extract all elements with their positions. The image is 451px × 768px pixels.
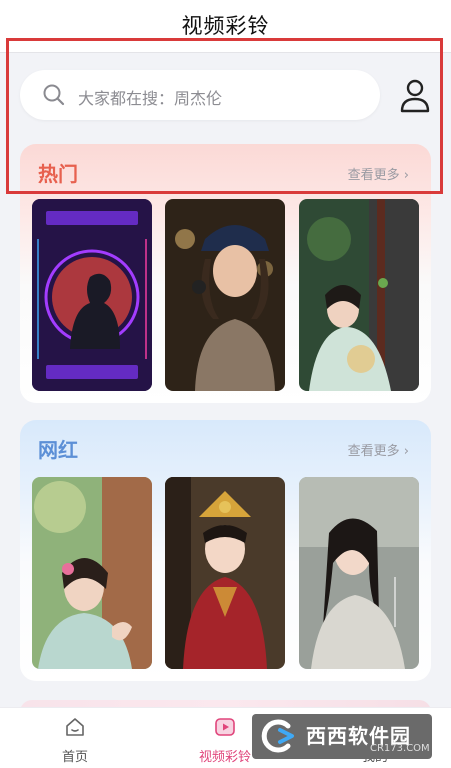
- site-watermark: 西西软件园 CR173.COM: [252, 714, 432, 759]
- watermark-url: CR173.COM: [370, 743, 430, 754]
- hot-video-thumbnail-1[interactable]: [32, 199, 152, 391]
- wanghong-video-thumbnail-2[interactable]: [165, 477, 285, 669]
- user-profile-icon[interactable]: [398, 78, 432, 114]
- search-placeholder: 大家都在搜：周杰伦: [78, 89, 223, 108]
- video-ringtone-icon: [215, 718, 235, 736]
- hot-more-label: 查看更多: [347, 168, 400, 183]
- chevron-right-icon: ›: [403, 444, 409, 459]
- hot-more-link[interactable]: 查看更多 ›: [348, 164, 409, 183]
- wanghong-more-label: 查看更多: [347, 444, 400, 459]
- wanghong-video-thumbnail-1[interactable]: [32, 477, 152, 669]
- search-icon: [43, 84, 65, 106]
- hot-section: 热门 查看更多 ›: [20, 144, 431, 403]
- wanghong-video-thumbnail-3[interactable]: [299, 477, 419, 669]
- top-bar: 视频彩铃: [0, 0, 451, 53]
- chevron-right-icon: ›: [403, 168, 409, 183]
- search-input[interactable]: 大家都在搜：周杰伦: [20, 70, 380, 120]
- hot-video-thumbnail-2[interactable]: [165, 199, 285, 391]
- wanghong-section: 网红 查看更多 ›: [20, 420, 431, 681]
- home-icon: [66, 718, 84, 736]
- tab-home[interactable]: 首页: [0, 708, 150, 768]
- page-title: 视频彩铃: [181, 14, 270, 38]
- tab-home-label: 首页: [61, 750, 88, 765]
- hot-video-thumbnail-3[interactable]: [299, 199, 419, 391]
- wanghong-section-title: 网红: [38, 438, 78, 462]
- wanghong-more-link[interactable]: 查看更多 ›: [348, 440, 409, 459]
- watermark-logo-icon: [261, 719, 294, 753]
- hot-section-title: 热门: [38, 162, 78, 186]
